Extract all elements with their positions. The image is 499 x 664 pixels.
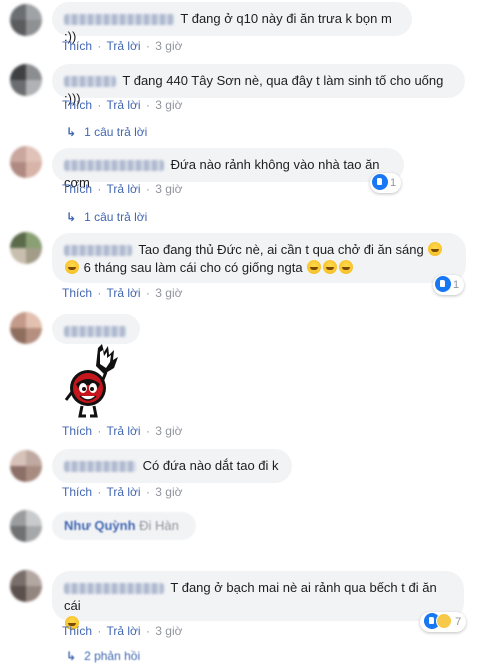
reply-arrow-icon: ↳ — [66, 649, 77, 663]
comment-bubble: Như Quỳnh Đi Hàn — [52, 512, 196, 540]
reply-link[interactable]: Trả lời — [106, 182, 140, 196]
comment-time[interactable]: 3 giờ — [155, 98, 182, 112]
commenter-name[interactable] — [64, 245, 132, 257]
replies-count: 2 phản hồi — [84, 649, 141, 663]
commenter-name[interactable] — [64, 14, 174, 26]
comment-bubble: Đứa nào rảnh không vào nhà tao ăn cơm — [52, 148, 404, 190]
separator: · — [97, 182, 102, 196]
laughing-emoji-icon — [339, 260, 354, 274]
commenter-name[interactable] — [64, 160, 164, 172]
reply-arrow-icon: ↳ — [66, 125, 77, 139]
separator: · — [145, 424, 150, 438]
replies-count: 1 câu trả lời — [84, 210, 148, 224]
avatar[interactable] — [10, 510, 42, 542]
comment-text-line-2: 6 tháng sau làm cái cho có giống ngta — [83, 260, 303, 275]
comment-bubble: Có đứa nào dắt tao đi k — [52, 449, 292, 483]
comment-actions: Thích · Trả lời · 3 giờ — [62, 38, 182, 54]
comment-text: Có đứa nào dắt tao đi k — [142, 458, 279, 473]
reply-link[interactable]: Trả lời — [106, 624, 140, 638]
commenter-name[interactable] — [64, 583, 164, 595]
avatar[interactable] — [10, 312, 42, 344]
comment-time[interactable]: 3 giờ — [155, 286, 182, 300]
separator: · — [145, 485, 150, 499]
commenter-name[interactable]: Như Quỳnh — [64, 518, 136, 533]
comment-time[interactable]: 3 giờ — [155, 424, 182, 438]
reply-arrow-icon: ↳ — [66, 210, 77, 224]
reply-link[interactable]: Trả lời — [106, 485, 140, 499]
separator: · — [97, 624, 102, 638]
comment-bubble: Tao đang thủ Đức nè, ai cần t qua chở đi… — [52, 233, 466, 283]
reaction-count[interactable]: 7 — [420, 612, 467, 632]
commenter-name[interactable] — [64, 461, 136, 473]
view-replies-link[interactable]: ↳ 1 câu trả lời — [66, 209, 147, 225]
comment-time[interactable]: 3 giờ — [155, 39, 182, 53]
reaction-count[interactable]: 1 — [433, 275, 465, 295]
separator: · — [97, 98, 102, 112]
like-link[interactable]: Thích — [62, 39, 92, 53]
comment-time[interactable]: 3 giờ — [155, 485, 182, 499]
sticker-character-icon — [64, 370, 108, 418]
comment-text: Đi Hàn — [139, 518, 179, 533]
comment-bubble: T đang ở q10 này đi ăn trưa k bọn m :)) — [52, 2, 412, 44]
separator: · — [97, 424, 102, 438]
comment-actions: Thích · Trả lời · 3 giờ — [62, 484, 182, 500]
separator: · — [145, 624, 150, 638]
avatar[interactable] — [10, 232, 42, 264]
comment-bubble: T đang ở bạch mai nè ai rảnh qua bếch t … — [52, 571, 464, 630]
like-link[interactable]: Thích — [62, 485, 92, 499]
avatar[interactable] — [10, 450, 42, 482]
separator: · — [145, 98, 150, 112]
name-bubble — [52, 314, 140, 344]
reply-link[interactable]: Trả lời — [106, 286, 140, 300]
separator: · — [97, 485, 102, 499]
separator: · — [97, 39, 102, 53]
separator: · — [145, 39, 150, 53]
comment-time[interactable]: 3 giờ — [155, 182, 182, 196]
reply-link[interactable]: Trả lời — [106, 39, 140, 53]
view-replies-link[interactable]: ↳ 2 phản hồi — [66, 648, 140, 664]
separator: · — [145, 182, 150, 196]
reply-link[interactable]: Trả lời — [106, 424, 140, 438]
comment-actions: Thích · Trả lời · 3 giờ — [62, 181, 182, 197]
comment-bubble: T đang 440 Tây Sơn nè, qua đây t làm sin… — [52, 64, 465, 106]
avatar[interactable] — [10, 570, 42, 602]
haha-reaction-icon — [436, 613, 452, 630]
commenter-name[interactable] — [64, 76, 116, 88]
comment-actions: Thích · Trả lời · 3 giờ — [62, 623, 182, 639]
like-link[interactable]: Thích — [62, 98, 92, 112]
like-link[interactable]: Thích — [62, 286, 92, 300]
like-link[interactable]: Thích — [62, 624, 92, 638]
reply-link[interactable]: Trả lời — [106, 98, 140, 112]
like-reaction-icon — [435, 276, 451, 293]
avatar[interactable] — [10, 146, 42, 178]
comment-actions: Thích · Trả lời · 3 giờ — [62, 97, 182, 113]
avatar[interactable] — [10, 4, 42, 36]
comment-time[interactable]: 3 giờ — [155, 624, 182, 638]
view-replies-link[interactable]: ↳ 1 câu trả lời — [66, 124, 147, 140]
laughing-emoji-icon — [323, 260, 338, 274]
laughing-emoji-icon — [428, 242, 443, 256]
avatar[interactable] — [10, 64, 42, 96]
reaction-count[interactable]: 1 — [370, 173, 402, 193]
like-link[interactable]: Thích — [62, 424, 92, 438]
like-link[interactable]: Thích — [62, 182, 92, 196]
separator: · — [97, 286, 102, 300]
replies-count: 1 câu trả lời — [84, 125, 148, 139]
sticker-image[interactable] — [62, 344, 122, 420]
like-reaction-icon — [372, 174, 388, 191]
comment-actions: Thích · Trả lời · 3 giờ — [62, 285, 182, 301]
waving-hand-icon — [96, 344, 118, 374]
laughing-emoji-icon — [65, 260, 79, 274]
comment-actions: Thích · Trả lời · 3 giờ — [62, 423, 182, 439]
laughing-emoji-icon — [307, 260, 322, 274]
separator: · — [145, 286, 150, 300]
comment-text-line-1: Tao đang thủ Đức nè, ai cần t qua chở đi… — [138, 242, 424, 257]
commenter-name[interactable] — [64, 326, 126, 338]
